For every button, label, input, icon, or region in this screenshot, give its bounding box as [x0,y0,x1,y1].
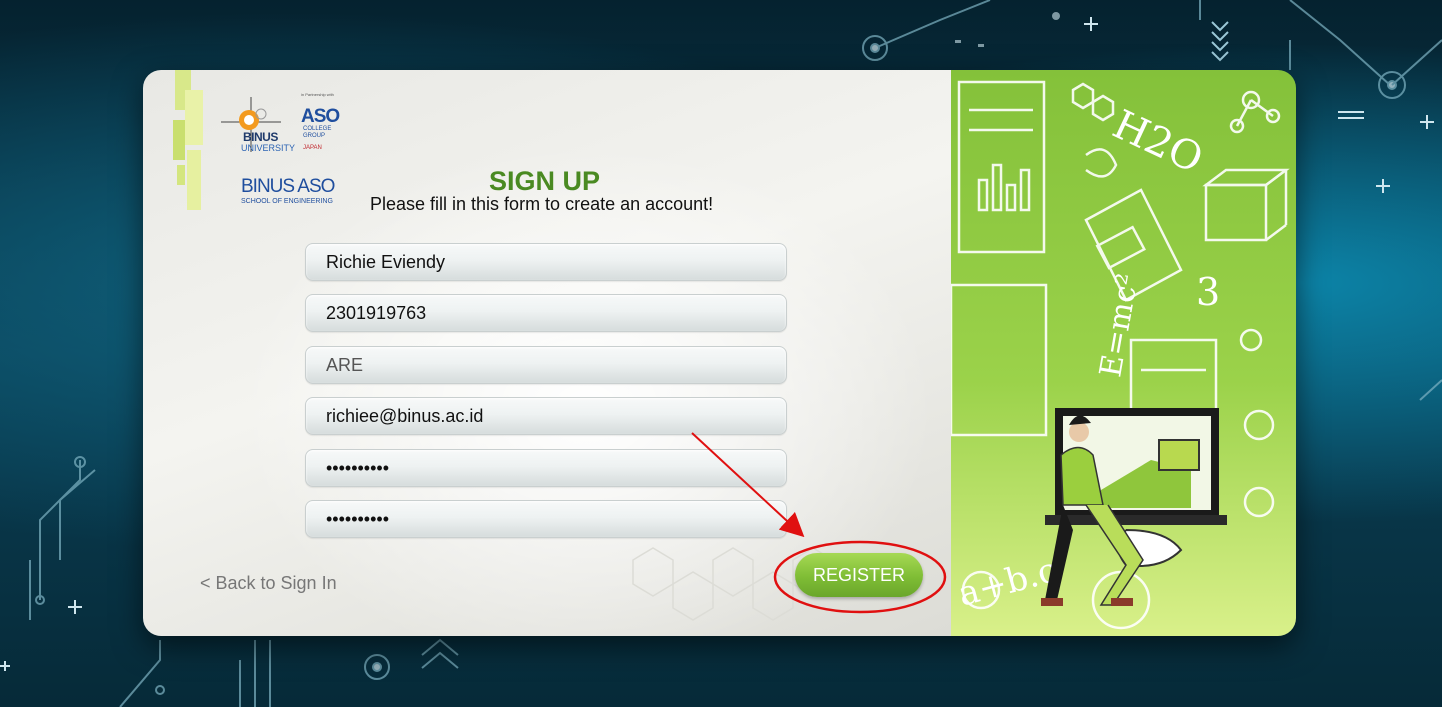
signup-card: BINUS UNIVERSITY in Partnership with ASO… [143,70,1296,636]
school-logo-subtitle: SCHOOL OF ENGINEERING [241,198,333,205]
decorative-strip [173,70,203,210]
aso-country-text: JAPAN [303,145,322,151]
binus-logo-subtext: UNIVERSITY [241,143,296,153]
school-logo-title: BINUS ASO [241,176,335,197]
password-field[interactable] [305,449,787,487]
aso-partner-text: in Partnership with [301,92,334,97]
emc2-text: E=mc² [1093,271,1146,380]
number-three-text: 3 [1196,270,1220,314]
confirm-password-field[interactable] [305,500,787,538]
aso-group-text: COLLEGE GROUP [303,126,332,139]
student-id-field[interactable] [305,294,787,332]
aso-logo-text: ASO [301,106,340,127]
email-field[interactable] [305,397,787,435]
education-illustration: H2O E=mc² 3 a+b.c [951,80,1290,630]
h2o-text: H2O [1106,102,1210,183]
illustration-panel: H2O E=mc² 3 a+b.c [951,70,1296,636]
binus-logo-text: BINUS [243,130,278,144]
signup-form-panel: BINUS UNIVERSITY in Partnership with ASO… [143,70,951,636]
page-subtitle: Please fill in this form to create an ac… [370,194,714,214]
register-button[interactable]: REGISTER [795,553,923,597]
name-field[interactable] [305,243,787,281]
major-field[interactable] [305,346,787,384]
page-title: SIGN UP [489,166,601,196]
back-to-sign-in-link[interactable]: < Back to Sign In [200,573,337,594]
